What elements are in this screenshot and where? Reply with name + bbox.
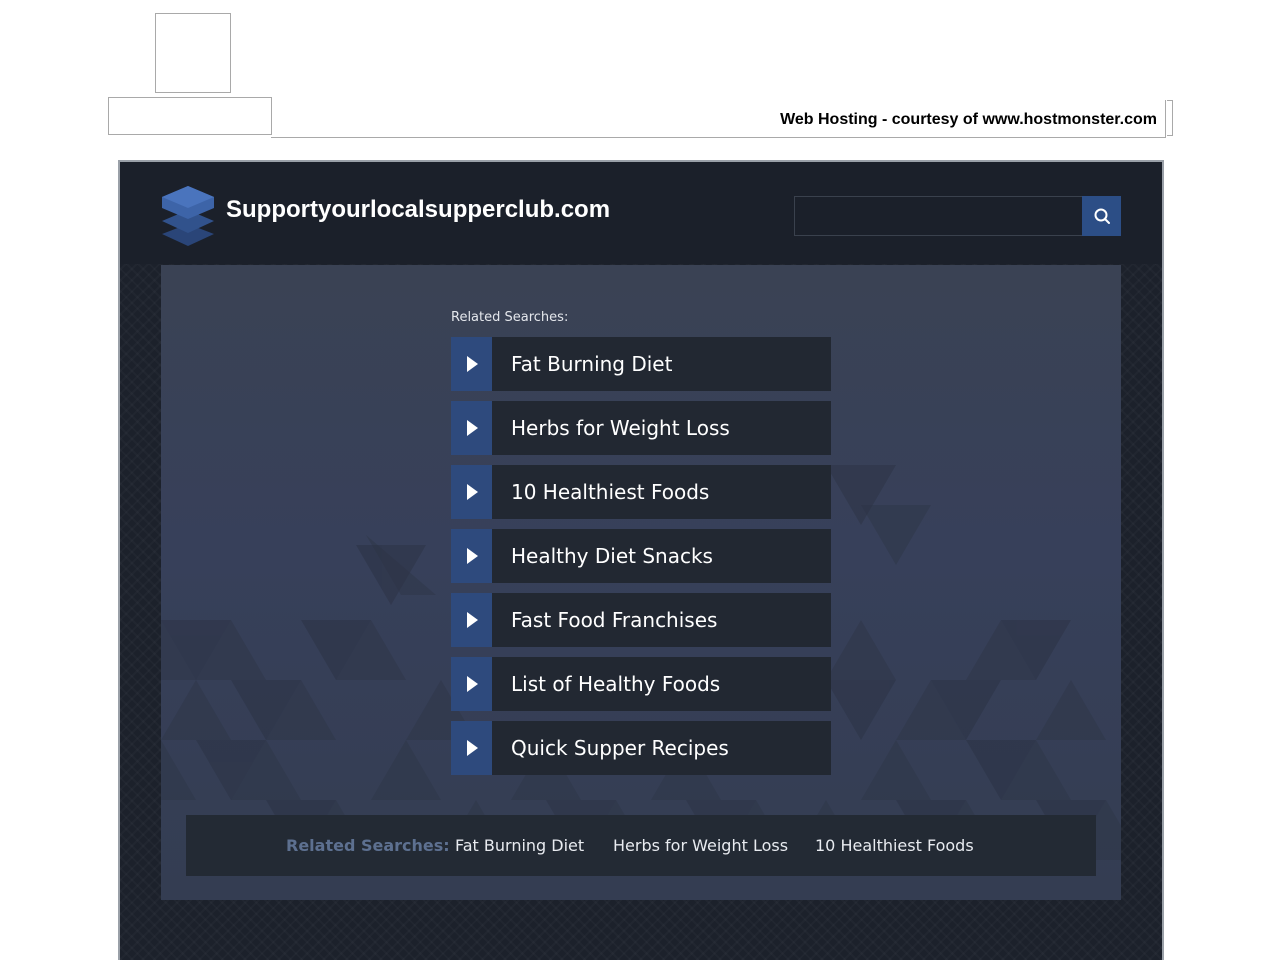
related-link-fast-food-franchises[interactable]: Fast Food Franchises bbox=[451, 593, 831, 647]
related-link-10-healthiest-foods[interactable]: 10 Healthiest Foods bbox=[451, 465, 831, 519]
content-panel: Related Searches: Fat Burning Diet Herbs… bbox=[161, 265, 1121, 900]
play-arrow-icon bbox=[451, 593, 492, 647]
bottom-link-herbs-for-weight-loss[interactable]: Herbs for Weight Loss bbox=[613, 836, 788, 855]
site-title[interactable]: Supportyourlocalsupperclub.com bbox=[226, 196, 610, 224]
stacked-layers-icon bbox=[162, 186, 214, 246]
related-link-healthy-diet-snacks[interactable]: Healthy Diet Snacks bbox=[451, 529, 831, 583]
play-arrow-icon bbox=[451, 465, 492, 519]
related-link-quick-supper-recipes[interactable]: Quick Supper Recipes bbox=[451, 721, 831, 775]
bottom-link-fat-burning-diet[interactable]: Fat Burning Diet bbox=[455, 836, 584, 855]
play-arrow-icon bbox=[451, 401, 492, 455]
play-arrow-icon bbox=[451, 657, 492, 711]
hosting-banner-divider bbox=[1167, 100, 1173, 136]
related-link-label[interactable]: Quick Supper Recipes bbox=[492, 721, 831, 775]
search-icon bbox=[1094, 208, 1110, 224]
hosting-banner: Web Hosting - courtesy of www.hostmonste… bbox=[271, 100, 1173, 138]
play-arrow-icon bbox=[451, 337, 492, 391]
banner-ad-placeholder bbox=[108, 97, 272, 135]
related-link-fat-burning-diet[interactable]: Fat Burning Diet bbox=[451, 337, 831, 391]
related-link-list-of-healthy-foods[interactable]: List of Healthy Foods bbox=[451, 657, 831, 711]
search-input[interactable] bbox=[794, 196, 1083, 236]
search-button[interactable] bbox=[1082, 196, 1121, 236]
play-arrow-icon bbox=[451, 529, 492, 583]
related-links-list: Fat Burning Diet Herbs for Weight Loss 1… bbox=[451, 337, 831, 785]
hosting-banner-link[interactable]: Web Hosting - courtesy of www.hostmonste… bbox=[780, 111, 1157, 129]
site-header: Supportyourlocalsupperclub.com bbox=[120, 162, 1162, 264]
related-searches-heading: Related Searches: bbox=[451, 310, 569, 325]
page-frame: Supportyourlocalsupperclub.com Related S… bbox=[118, 160, 1164, 960]
play-arrow-icon bbox=[451, 721, 492, 775]
bottom-link-10-healthiest-foods[interactable]: 10 Healthiest Foods bbox=[815, 836, 974, 855]
related-link-label[interactable]: Herbs for Weight Loss bbox=[492, 401, 831, 455]
bottom-related-heading: Related Searches: bbox=[286, 836, 450, 855]
bottom-related-bar: Related Searches: Fat Burning Diet Herbs… bbox=[186, 815, 1096, 876]
related-link-herbs-for-weight-loss[interactable]: Herbs for Weight Loss bbox=[451, 401, 831, 455]
related-link-label[interactable]: List of Healthy Foods bbox=[492, 657, 831, 711]
banner-image-placeholder bbox=[155, 13, 231, 93]
related-link-label[interactable]: Fat Burning Diet bbox=[492, 337, 831, 391]
related-link-label[interactable]: Healthy Diet Snacks bbox=[492, 529, 831, 583]
related-link-label[interactable]: 10 Healthiest Foods bbox=[492, 465, 831, 519]
related-link-label[interactable]: Fast Food Franchises bbox=[492, 593, 831, 647]
